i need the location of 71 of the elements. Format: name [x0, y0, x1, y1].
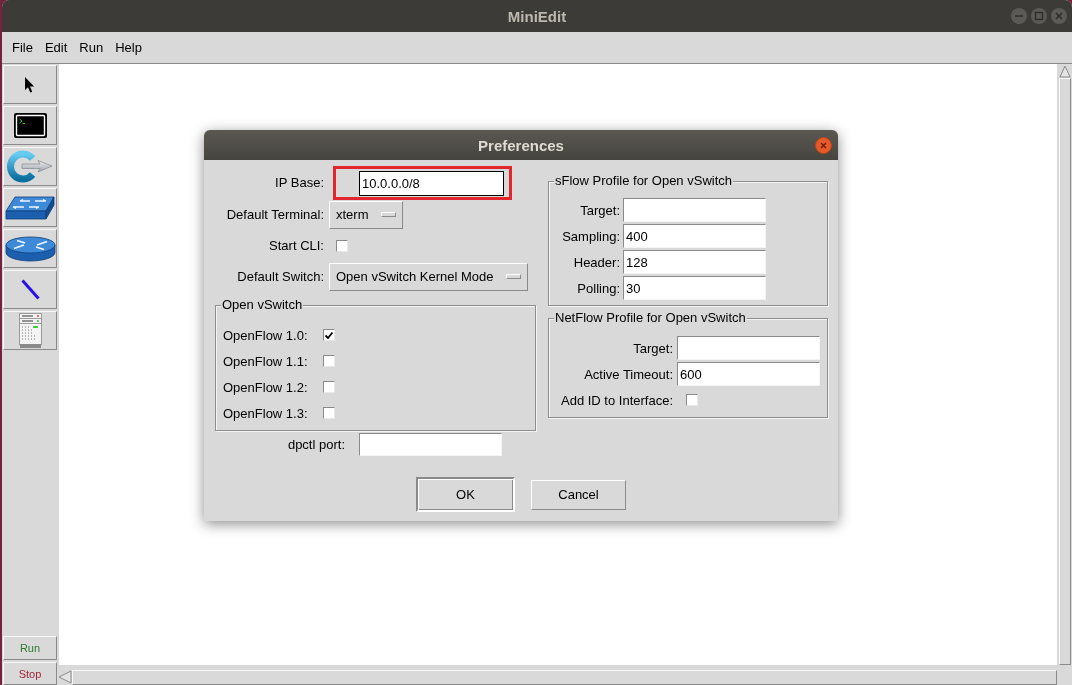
field-label: Default Switch:	[237, 269, 324, 284]
line-icon	[20, 279, 40, 300]
field-label: OpenFlow 1.0:	[223, 327, 309, 343]
text-field[interactable]	[677, 336, 820, 360]
simulation-button[interactable]: Run	[3, 636, 57, 660]
menu-item[interactable]: Run	[73, 40, 110, 55]
field-label: Start CLI:	[269, 238, 324, 253]
indicator-bar-icon	[380, 212, 396, 217]
text-field[interactable]: 30	[623, 276, 766, 300]
checkbox[interactable]	[323, 355, 335, 367]
text-field[interactable]: 10.0.0.0/8	[359, 170, 504, 196]
field-label: Target:	[633, 340, 673, 356]
group-title: sFlow Profile for Open vSwitch	[554, 173, 733, 189]
maximize-button[interactable]	[1031, 8, 1047, 24]
checkbox[interactable]	[323, 329, 335, 341]
close-button[interactable]	[815, 136, 832, 154]
window-title: MiniEdit	[507, 7, 567, 25]
field-label: OpenFlow 1.2:	[223, 379, 309, 395]
field-label: Default Terminal:	[226, 207, 324, 222]
close-button[interactable]	[1051, 8, 1067, 24]
router-icon	[4, 235, 56, 262]
checkbox[interactable]	[686, 394, 698, 406]
minimize-button[interactable]	[1011, 8, 1027, 24]
toolbar-button[interactable]	[3, 229, 57, 268]
field-label: dpctl port:	[287, 437, 345, 452]
dialog-button[interactable]: OK	[416, 477, 515, 512]
checkbox[interactable]	[336, 239, 348, 252]
checkmark-icon	[325, 331, 333, 339]
simulation-button[interactable]: Stop	[3, 662, 57, 685]
pointer-icon	[25, 76, 35, 93]
network-switch-icon	[5, 195, 55, 220]
field-label: Add ID to Interface:	[561, 392, 673, 408]
field-label: Sampling:	[562, 228, 620, 244]
field-label: Polling:	[577, 280, 620, 296]
text-field[interactable]	[623, 198, 766, 222]
field-label: Target:	[580, 202, 620, 218]
toolbar-button[interactable]	[3, 188, 57, 227]
terminal-icon	[13, 113, 47, 138]
field-label: OpenFlow 1.3:	[223, 405, 309, 421]
menu-item[interactable]: File	[6, 40, 39, 55]
dialog-button[interactable]: Cancel	[531, 479, 626, 510]
toolbar-button[interactable]	[3, 65, 57, 104]
field-label: OpenFlow 1.1:	[223, 353, 309, 369]
indicator-bar-icon	[505, 274, 521, 279]
close-icon	[1051, 8, 1067, 24]
ring-arrow-icon	[7, 150, 53, 183]
maximize-icon	[1031, 8, 1047, 24]
field-label: Active Timeout:	[584, 366, 673, 382]
group-title: Open vSwitch	[221, 297, 304, 313]
field-label: IP Base:	[275, 175, 324, 190]
toolbar-button[interactable]	[3, 106, 57, 145]
text-field[interactable]	[359, 433, 502, 456]
field-label: Header:	[573, 254, 620, 270]
toolbar-button[interactable]	[3, 270, 57, 309]
text-field[interactable]: 600	[677, 362, 820, 386]
close-icon	[815, 136, 832, 154]
menu-item[interactable]: Edit	[38, 40, 74, 55]
checkbox[interactable]	[323, 407, 335, 419]
dropdown-button[interactable]: Open vSwitch Kernel Mode	[329, 262, 528, 291]
text-field[interactable]: 400	[623, 224, 766, 248]
dropdown-button[interactable]: xterm	[329, 200, 403, 229]
minimize-icon	[1011, 8, 1027, 24]
text-field[interactable]: 128	[623, 250, 766, 274]
group-title: NetFlow Profile for Open vSwitch	[554, 310, 747, 326]
server-icon	[18, 313, 42, 348]
scrollbar-thumb[interactable]	[1059, 78, 1071, 665]
scrollbar-thumb[interactable]	[72, 670, 1057, 685]
menu-item[interactable]: Help	[109, 40, 148, 55]
checkbox[interactable]	[323, 381, 335, 393]
dialog-title: Preferences	[478, 136, 564, 154]
vertical-scrollbar[interactable]	[1057, 64, 1072, 665]
